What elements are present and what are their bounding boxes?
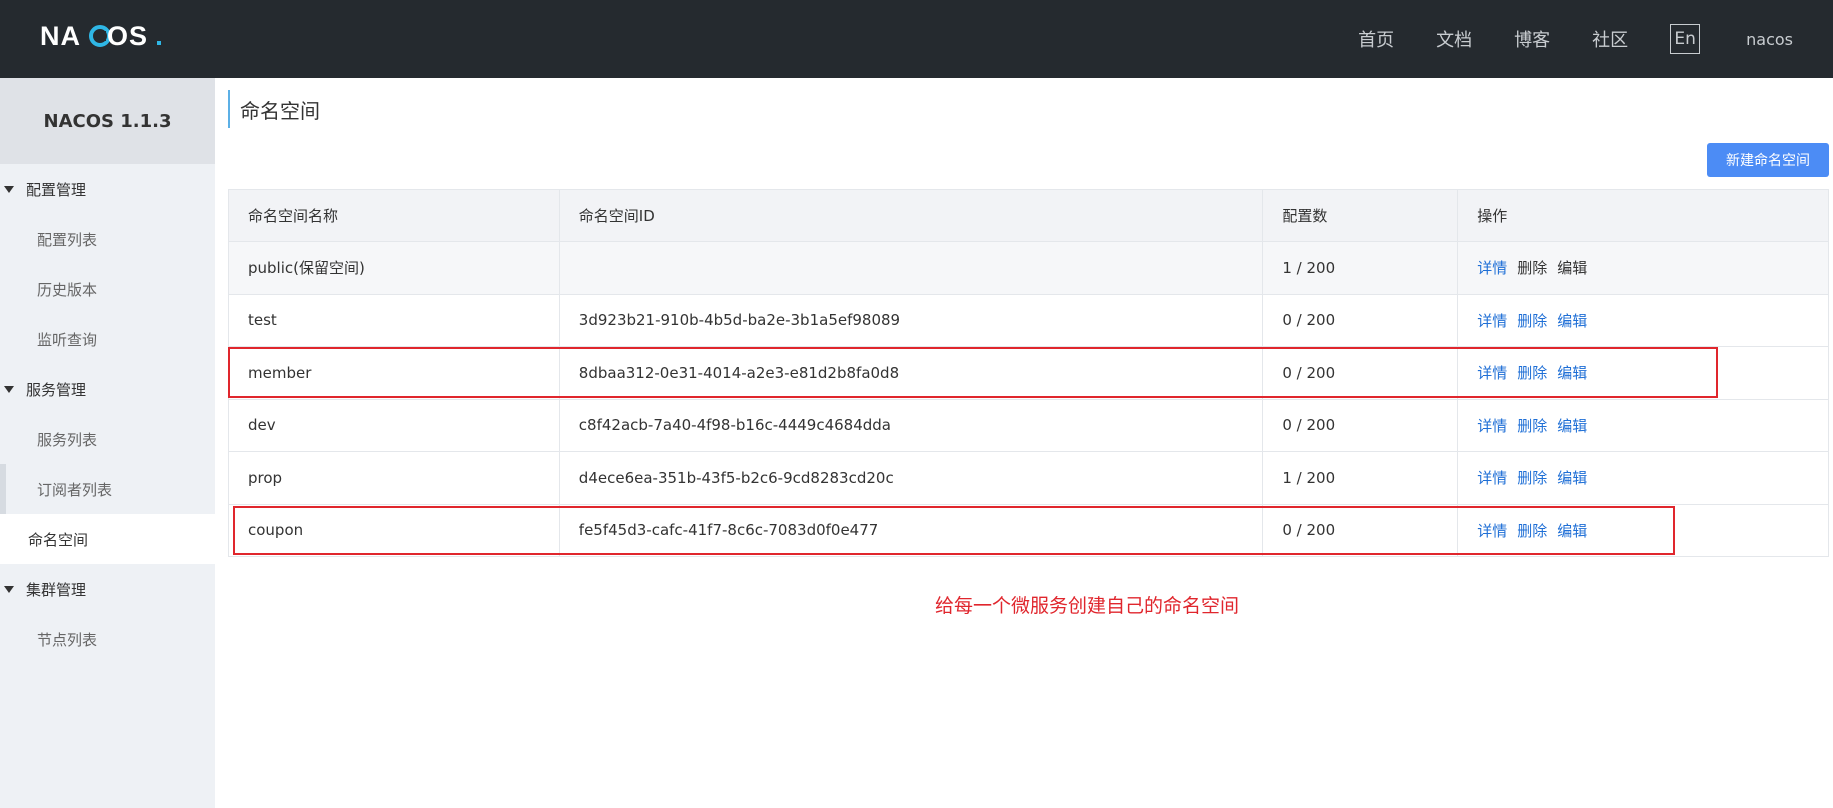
table-row: member 8dbaa312-0e31-4014-a2e3-e81d2b8fa… <box>228 346 1829 400</box>
edit-link[interactable]: 编辑 <box>1557 364 1587 382</box>
namespace-name: member <box>228 346 560 400</box>
table-row: coupon fe5f45d3-cafc-41f7-8c6c-7083d0f0e… <box>228 503 1829 557</box>
detail-link[interactable]: 详情 <box>1477 259 1507 277</box>
namespace-name: test <box>228 293 560 347</box>
config-count: 0 / 200 <box>1262 503 1459 557</box>
svg-text:NA: NA <box>40 21 81 51</box>
new-namespace-button[interactable]: 新建命名空间 <box>1707 143 1829 177</box>
menu-item-node-list[interactable]: 节点列表 <box>0 614 215 664</box>
detail-link[interactable]: 详情 <box>1477 417 1507 435</box>
caret-down-icon <box>4 185 14 193</box>
detail-link[interactable]: 详情 <box>1477 469 1507 487</box>
menu-group-label: 配置管理 <box>26 180 87 199</box>
language-toggle-button[interactable]: En <box>1670 24 1701 54</box>
nacos-logo[interactable]: NA OS <box>40 18 164 54</box>
menu-group-service[interactable]: 服务管理 <box>0 364 215 414</box>
config-count: 0 / 200 <box>1262 293 1459 347</box>
namespace-id: 8dbaa312-0e31-4014-a2e3-e81d2b8fa0d8 <box>558 346 1264 400</box>
detail-link[interactable]: 详情 <box>1477 312 1507 330</box>
column-header-count: 配置数 <box>1262 189 1459 242</box>
row-actions: 详情 删除 编辑 <box>1457 346 1829 400</box>
sidebar: NACOS 1.1.3 配置管理 配置列表 历史版本 监听查询 服务管理 服务列… <box>0 78 215 808</box>
menu-item-service-list[interactable]: 服务列表 <box>0 414 215 464</box>
nav-docs[interactable]: 文档 <box>1436 26 1472 52</box>
main-content: 命名空间 新建命名空间 命名空间名称 命名空间ID 配置数 操作 public(… <box>215 78 1833 808</box>
edit-link[interactable]: 编辑 <box>1557 469 1587 487</box>
edit-link[interactable]: 编辑 <box>1557 312 1587 330</box>
edit-link[interactable]: 编辑 <box>1557 522 1587 540</box>
table-header-row: 命名空间名称 命名空间ID 配置数 操作 <box>228 189 1829 242</box>
delete-link[interactable]: 删除 <box>1517 417 1547 435</box>
delete-link[interactable]: 删除 <box>1517 364 1547 382</box>
edit-link[interactable]: 编辑 <box>1557 417 1587 435</box>
nav-blog[interactable]: 博客 <box>1514 26 1550 52</box>
menu-group-cluster[interactable]: 集群管理 <box>0 564 215 614</box>
menu-group-label: 集群管理 <box>26 580 87 599</box>
top-header: NA OS 首页 文档 博客 社区 En nacos <box>0 0 1833 78</box>
row-actions: 详情 删除 编辑 <box>1457 293 1829 347</box>
detail-link[interactable]: 详情 <box>1477 522 1507 540</box>
table-row: dev c8f42acb-7a40-4f98-b16c-4449c4684dda… <box>228 398 1829 452</box>
caret-down-icon <box>4 585 14 593</box>
row-actions: 详情 删除 编辑 <box>1457 398 1829 452</box>
delete-link[interactable]: 删除 <box>1517 522 1547 540</box>
config-count: 0 / 200 <box>1262 346 1459 400</box>
menu-item-namespace[interactable]: 命名空间 <box>0 514 215 564</box>
row-actions: 详情 删除 编辑 <box>1457 241 1829 295</box>
table-row: public(保留空间) 1 / 200 详情 删除 编辑 <box>228 241 1829 295</box>
column-header-name: 命名空间名称 <box>228 189 560 242</box>
detail-link[interactable]: 详情 <box>1477 364 1507 382</box>
top-nav: 首页 文档 博客 社区 En nacos <box>1316 0 1793 78</box>
namespace-id: c8f42acb-7a40-4f98-b16c-4449c4684dda <box>558 398 1264 452</box>
column-header-actions: 操作 <box>1457 189 1829 242</box>
namespace-id: fe5f45d3-cafc-41f7-8c6c-7083d0f0e477 <box>558 503 1264 557</box>
namespace-name: public(保留空间) <box>228 241 560 295</box>
caret-down-icon <box>4 385 14 393</box>
menu-item-config-list[interactable]: 配置列表 <box>0 214 215 264</box>
menu-group-label: 服务管理 <box>26 380 87 399</box>
namespace-name: prop <box>228 451 560 505</box>
menu-item-subscriber-list[interactable]: 订阅者列表 <box>0 464 215 514</box>
table-row: prop d4ece6ea-351b-43f5-b2c6-9cd8283cd20… <box>228 451 1829 505</box>
namespace-name: dev <box>228 398 560 452</box>
current-user[interactable]: nacos <box>1746 30 1793 49</box>
edit-link[interactable]: 编辑 <box>1557 259 1587 277</box>
config-count: 1 / 200 <box>1262 241 1459 295</box>
menu-group-config[interactable]: 配置管理 <box>0 164 215 214</box>
menu-item-listener-query[interactable]: 监听查询 <box>0 314 215 364</box>
menu-item-history[interactable]: 历史版本 <box>0 264 215 314</box>
namespace-table: 命名空间名称 命名空间ID 配置数 操作 public(保留空间) 1 / 20… <box>228 189 1829 557</box>
config-count: 0 / 200 <box>1262 398 1459 452</box>
table-row: test 3d923b21-910b-4b5d-ba2e-3b1a5ef9808… <box>228 293 1829 347</box>
version-label: NACOS 1.1.3 <box>0 78 215 164</box>
nav-community[interactable]: 社区 <box>1592 26 1628 52</box>
namespace-id: d4ece6ea-351b-43f5-b2c6-9cd8283cd20c <box>558 451 1264 505</box>
delete-link[interactable]: 删除 <box>1517 259 1547 277</box>
svg-text:OS: OS <box>107 21 148 51</box>
annotation-text: 给每一个微服务创建自己的命名空间 <box>935 595 1240 617</box>
namespace-name: coupon <box>228 503 560 557</box>
delete-link[interactable]: 删除 <box>1517 469 1547 487</box>
page-title: 命名空间 <box>228 90 320 128</box>
config-count: 1 / 200 <box>1262 451 1459 505</box>
namespace-id: 3d923b21-910b-4b5d-ba2e-3b1a5ef98089 <box>558 293 1264 347</box>
delete-link[interactable]: 删除 <box>1517 312 1547 330</box>
nav-home[interactable]: 首页 <box>1358 26 1394 52</box>
row-actions: 详情 删除 编辑 <box>1457 451 1829 505</box>
column-header-id: 命名空间ID <box>558 189 1264 242</box>
row-actions: 详情 删除 编辑 <box>1457 503 1829 557</box>
namespace-id <box>558 241 1264 295</box>
